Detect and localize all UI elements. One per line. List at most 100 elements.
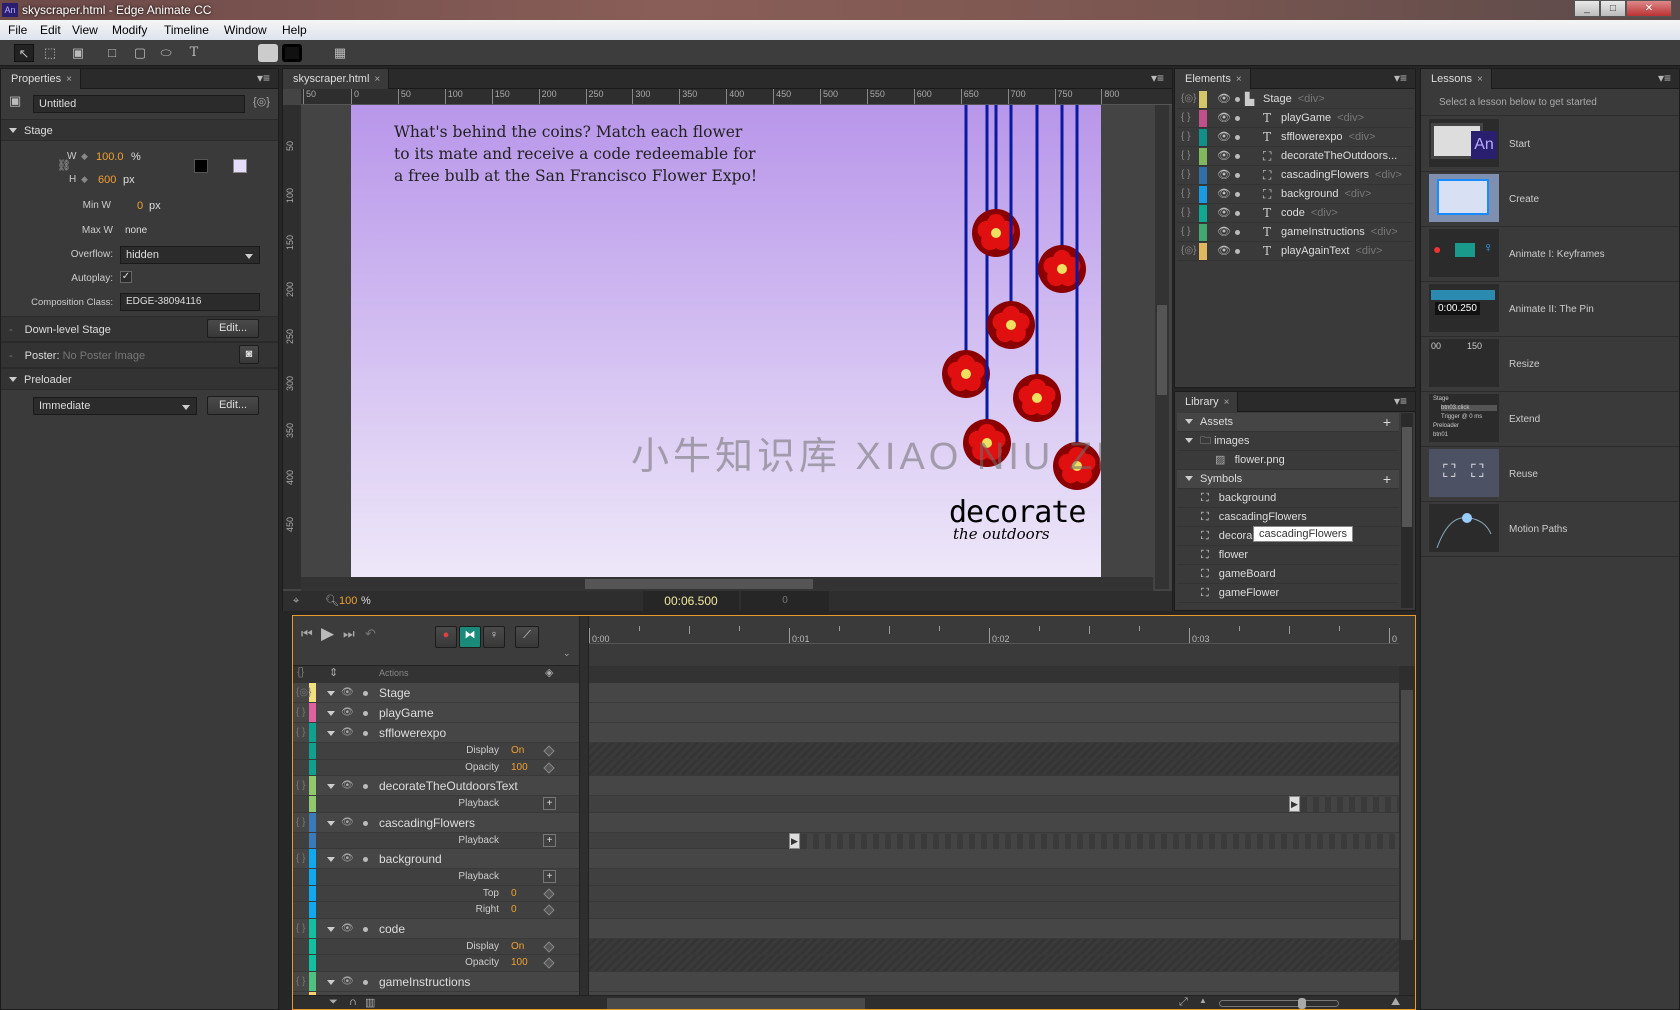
symbol-item[interactable]: ⛶ gameFlower [1177, 584, 1399, 603]
actions-icon[interactable]: { } [1181, 128, 1190, 146]
timeline-property-row[interactable]: Right 0 [293, 902, 1415, 919]
play-icon[interactable]: ▶ [321, 624, 334, 644]
min-width-unit[interactable]: px [149, 200, 161, 212]
timeline-track[interactable] [589, 902, 1399, 918]
timeline-track[interactable] [589, 703, 1399, 722]
close-icon[interactable]: × [1477, 74, 1483, 85]
timeline-track[interactable] [589, 955, 1399, 971]
menu-modify[interactable]: Modify [112, 20, 147, 40]
visibility-eye-icon[interactable]: 👁︎ [341, 723, 354, 743]
actions-icon[interactable]: { } [296, 972, 305, 992]
add-playback-trigger-icon[interactable]: + [543, 870, 556, 883]
auto-keyframe-toggle[interactable]: ● [435, 626, 457, 648]
keyframe-diamond-icon[interactable]: ◆ [81, 151, 88, 162]
lock-dot-icon[interactable] [363, 820, 368, 826]
tab-document[interactable]: skyscraper.html × [283, 69, 390, 89]
visibility-eye-icon[interactable]: 👁︎ [1217, 223, 1231, 241]
flower-coin[interactable] [1013, 374, 1061, 422]
element-name-input[interactable]: Untitled [33, 95, 245, 113]
visibility-eye-icon[interactable]: 👁︎ [1217, 147, 1231, 165]
timeline-element-row[interactable]: { } 👁︎ background [293, 849, 1415, 869]
actions-icon[interactable]: { } [1181, 166, 1190, 184]
actions-icon[interactable]: {◎} [253, 95, 270, 108]
section-stage[interactable]: Stage [1, 119, 278, 141]
visibility-eye-icon[interactable]: 👁︎ [341, 919, 354, 939]
asset-item[interactable]: ▨ flower.png [1177, 451, 1399, 470]
expand-triangle-icon[interactable] [327, 857, 335, 862]
element-row[interactable]: {◎} 👁︎ ▙ Stage <div> [1177, 90, 1413, 109]
lock-dot-icon[interactable] [363, 857, 368, 862]
lock-dot-icon[interactable] [363, 784, 368, 789]
element-row[interactable]: {◎} 👁︎ TplayAgainText <div> [1177, 242, 1413, 261]
timeline-element-row[interactable]: {◎} 👁︎ Stage [293, 683, 1415, 703]
camera-icon[interactable]: ◙ [239, 345, 259, 364]
preloader-select[interactable]: Immediate [33, 397, 197, 415]
lock-dot-icon[interactable] [1235, 173, 1240, 178]
tab-elements[interactable]: Elements × [1175, 69, 1251, 89]
add-playback-trigger-icon[interactable]: + [543, 797, 556, 810]
panel-menu-icon[interactable]: ▾≡ [1658, 71, 1671, 85]
visibility-eye-icon[interactable]: 👁︎ [1217, 109, 1231, 127]
expand-triangle-icon[interactable] [327, 820, 335, 826]
visibility-eye-icon[interactable]: 👁︎ [341, 813, 354, 833]
timeline-property-row[interactable]: ▶ Playback + [293, 832, 1415, 849]
property-value[interactable]: 0 [511, 886, 517, 902]
actions-icon[interactable]: { } [1181, 223, 1190, 241]
symbol-item[interactable]: ⛶ gameBoard [1177, 565, 1399, 584]
timeline-track[interactable]: ▶ [589, 832, 1399, 849]
actions-icon[interactable]: { } [296, 919, 305, 939]
expand-triangle-icon[interactable] [327, 979, 335, 985]
flower-coin[interactable] [942, 350, 990, 398]
lesson-item[interactable]: Create [1421, 172, 1679, 227]
snapping-icon[interactable]: ∩ [349, 996, 357, 1008]
assets-section[interactable]: Assets + [1177, 413, 1399, 432]
lock-dot-icon[interactable] [1235, 116, 1240, 121]
timeline-track[interactable] [589, 869, 1399, 885]
preloader-edit-button[interactable]: Edit... [207, 396, 259, 415]
scroll-thumb[interactable] [1401, 690, 1413, 940]
filter-icon[interactable]: ⏷ [329, 996, 338, 1009]
flower-coin[interactable] [972, 209, 1020, 257]
keyframe-diamond-icon[interactable] [543, 887, 555, 900]
actions-icon[interactable]: { } [296, 723, 305, 743]
menu-edit[interactable]: Edit [40, 20, 61, 40]
visibility-eye-icon[interactable]: 👁︎ [341, 776, 354, 796]
lesson-item[interactable]: 0:00.250 Animate II: The Pin [1421, 282, 1679, 337]
tab-lessons[interactable]: Lessons × [1421, 69, 1492, 89]
timeline-element-row[interactable]: { } 👁︎ cascadingFlowers [293, 812, 1415, 833]
flower-coin[interactable] [1038, 245, 1086, 293]
element-row[interactable]: { } 👁︎ TgameInstructions <div> [1177, 223, 1413, 242]
tab-library[interactable]: Library × [1175, 392, 1239, 412]
timeline-property-row[interactable]: Top 0 [293, 885, 1415, 902]
tab-properties[interactable]: Properties × [1, 69, 81, 89]
grid-toggle-icon[interactable]: ▦ [330, 44, 350, 62]
lock-dot-icon[interactable] [363, 691, 368, 696]
images-folder[interactable]: 🗀 images [1177, 432, 1399, 451]
current-time-display[interactable]: 00:06.500 [643, 591, 739, 611]
keyframe-diamond-icon[interactable] [543, 904, 555, 916]
height-unit[interactable]: px [123, 174, 135, 186]
expand-triangle-icon[interactable] [327, 711, 335, 716]
element-row[interactable]: { } 👁︎ TplayGame <div> [1177, 109, 1413, 128]
property-value[interactable]: 0 [511, 902, 517, 918]
max-width-value[interactable]: none [125, 225, 147, 236]
zoom-in-icon[interactable]: ⛰ [1391, 996, 1400, 1009]
property-value[interactable]: 100 [511, 955, 528, 971]
panel-menu-icon[interactable]: ▾≡ [1394, 71, 1407, 85]
lock-dot-icon[interactable] [1235, 154, 1240, 159]
timeline-track[interactable] [589, 723, 1399, 742]
undo-playhead-icon[interactable]: ↶ [365, 626, 376, 642]
min-width-value[interactable]: 0 [137, 200, 143, 212]
zoom-icon[interactable]: 🔍︎ [325, 591, 339, 611]
timeline-track[interactable] [589, 972, 1399, 991]
lock-dot-icon[interactable] [1235, 192, 1240, 197]
timeline-track[interactable] [589, 938, 1399, 954]
timeline-splitter[interactable] [579, 616, 589, 996]
grid-icon[interactable]: ▥ [365, 996, 375, 1009]
timeline-element-row[interactable]: { } 👁︎ code [293, 918, 1415, 939]
collapse-all-icon[interactable]: ⇕ [329, 666, 338, 679]
crosshair-icon[interactable]: ⌖ [293, 591, 299, 611]
property-value[interactable]: On [511, 743, 524, 759]
expand-triangle-icon[interactable] [327, 926, 335, 932]
menu-help[interactable]: Help [282, 20, 307, 40]
